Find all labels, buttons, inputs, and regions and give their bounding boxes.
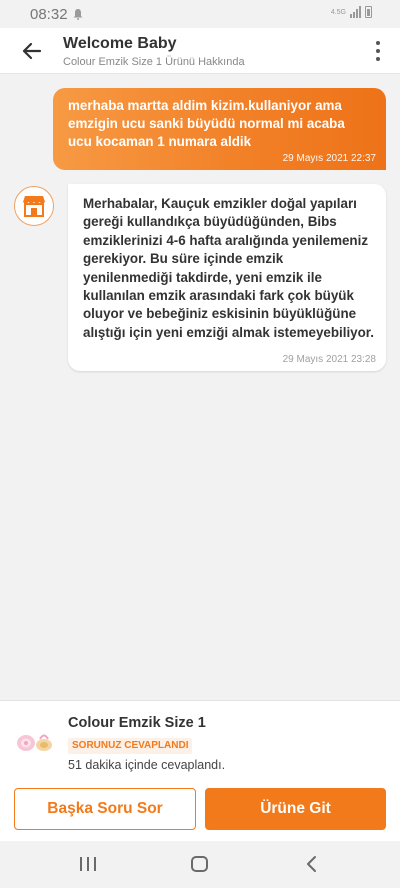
store-icon [23,196,45,217]
system-nav-bar [0,841,400,888]
notification-icon [72,7,84,25]
user-message-time: 29 Mayıs 2021 22:37 [282,153,376,164]
home-icon[interactable] [191,856,208,872]
app-header: Welcome Baby Colour Emzik Size 1 Ürünü H… [0,28,400,74]
more-vertical-icon [376,41,380,45]
network-label: 4.5G [330,8,346,16]
battery-icon [365,6,372,18]
seller-message-time: 29 Mayıs 2021 23:28 [282,354,376,365]
seller-message-text: Merhabalar, Kauçuk emzikler doğal yapıla… [83,196,374,340]
user-message-text: merhaba martta aldim kizim.kullaniyor am… [68,98,345,149]
status-time: 08:32 [30,6,68,23]
back-icon[interactable] [305,855,319,873]
recent-apps-icon[interactable] [80,857,96,871]
seller-message-bubble: Merhabalar, Kauçuk emzikler doğal yapıla… [68,184,386,371]
ask-another-question-button[interactable]: Başka Soru Sor [14,788,196,830]
conversation-area[interactable]: merhaba martta aldim kizim.kullaniyor am… [0,74,400,700]
page-subtitle: Colour Emzik Size 1 Ürünü Hakkında [63,56,245,68]
go-to-product-button[interactable]: Ürüne Git [205,788,386,830]
product-thumbnail[interactable] [16,729,56,755]
signal-icon [350,6,361,18]
product-name[interactable]: Colour Emzik Size 1 [68,715,206,731]
status-icons: 4.5G [331,6,372,18]
seller-avatar [14,186,54,226]
answer-time-text: 51 dakika içinde cevaplandı. [68,758,226,772]
more-options-button[interactable] [370,39,386,63]
status-bar: 08:32 4.5G [0,0,400,28]
user-message-bubble: merhaba martta aldim kizim.kullaniyor am… [53,88,386,170]
back-arrow-icon [22,42,42,60]
page-title: Welcome Baby [63,35,177,52]
status-badge: SORUNUZ CEVAPLANDI [68,738,193,754]
back-button[interactable] [18,37,46,65]
pacifier-icon [17,734,52,751]
product-panel: Colour Emzik Size 1 SORUNUZ CEVAPLANDI 5… [0,700,400,841]
